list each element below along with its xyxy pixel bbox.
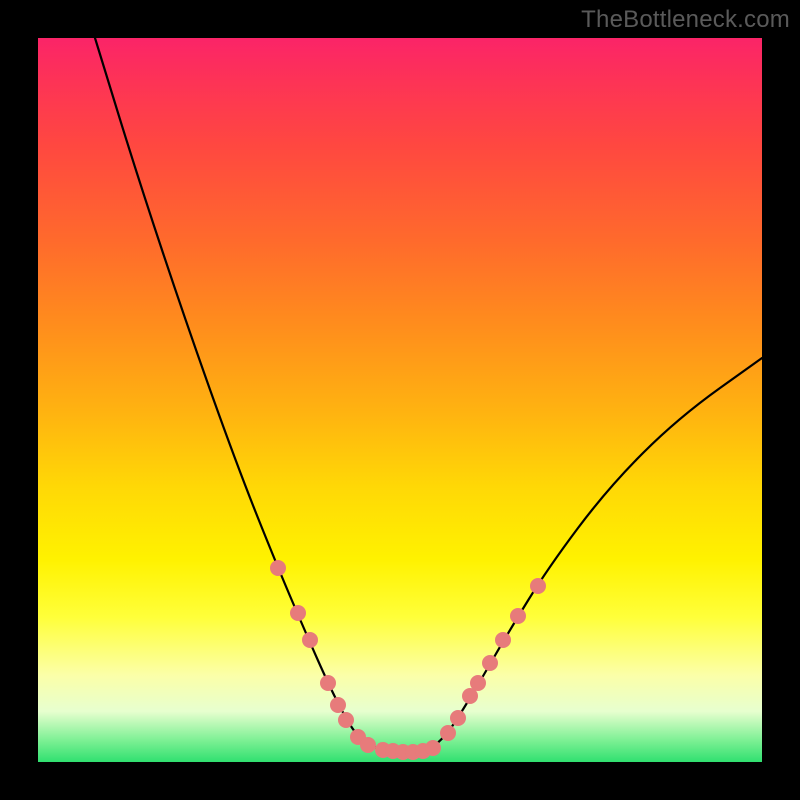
data-dot [360,737,376,753]
data-dot [450,710,466,726]
scatter-dots [270,560,546,760]
data-dot [495,632,511,648]
data-dot [290,605,306,621]
data-dot [530,578,546,594]
data-dot [510,608,526,624]
data-dot [338,712,354,728]
data-dot [270,560,286,576]
right-curve [428,358,762,750]
watermark-text: TheBottleneck.com [581,6,790,34]
data-dot [482,655,498,671]
data-dot [330,697,346,713]
data-dot [425,740,441,756]
chart-svg [38,38,762,762]
data-dot [320,675,336,691]
plot-area [38,38,762,762]
left-curve [95,38,386,750]
chart-frame: TheBottleneck.com [0,0,800,800]
data-dot [470,675,486,691]
curve-group [95,38,762,750]
data-dot [440,725,456,741]
data-dot [302,632,318,648]
